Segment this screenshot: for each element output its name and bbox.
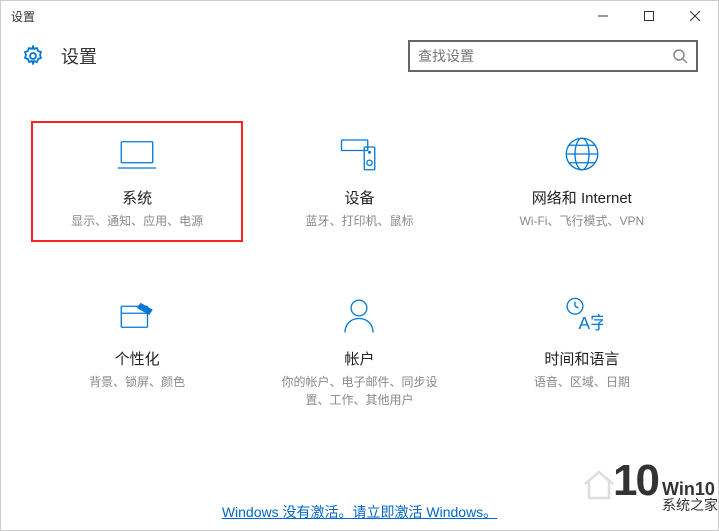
paint-icon	[116, 294, 158, 336]
category-title: 个性化	[115, 348, 160, 369]
category-desc: 背景、锁屏、颜色	[89, 373, 185, 391]
close-button[interactable]	[672, 1, 718, 31]
gear-icon	[21, 44, 45, 68]
category-accounts[interactable]: 帐户 你的帐户、电子邮件、同步设置、工作、其他用户	[253, 282, 465, 421]
watermark-logo: 10 Win10 系统之家	[613, 456, 718, 512]
time-language-icon: A字	[561, 294, 603, 336]
search-box[interactable]	[408, 40, 698, 72]
window-controls	[580, 1, 718, 31]
category-system[interactable]: 系统 显示、通知、应用、电源	[31, 121, 243, 242]
category-desc: 语音、区域、日期	[534, 373, 630, 391]
person-icon	[338, 294, 380, 336]
search-input[interactable]	[418, 48, 672, 64]
category-desc: Wi-Fi、飞行模式、VPN	[519, 212, 644, 230]
house-icon	[581, 466, 617, 502]
watermark: 10 Win10 系统之家	[561, 456, 718, 512]
category-desc: 蓝牙、打印机、鼠标	[305, 212, 413, 230]
category-title: 时间和语言	[544, 348, 619, 369]
titlebar: 设置	[1, 1, 718, 31]
header: 设置	[1, 31, 718, 81]
maximize-button[interactable]	[626, 1, 672, 31]
search-icon	[672, 48, 688, 64]
category-network[interactable]: 网络和 Internet Wi-Fi、飞行模式、VPN	[476, 121, 688, 242]
window-title: 设置	[11, 8, 35, 25]
minimize-button[interactable]	[580, 1, 626, 31]
category-title: 系统	[122, 187, 152, 208]
category-personalization[interactable]: 个性化 背景、锁屏、颜色	[31, 282, 243, 421]
category-grid: 系统 显示、通知、应用、电源 设备 蓝牙、打印机、鼠标 网络和 Internet…	[1, 81, 718, 431]
watermark-top: Win10	[662, 480, 718, 498]
page-title: 设置	[61, 43, 97, 69]
watermark-big: 10	[613, 456, 658, 506]
devices-icon	[338, 133, 380, 175]
category-devices[interactable]: 设备 蓝牙、打印机、鼠标	[253, 121, 465, 242]
svg-text:A字: A字	[578, 313, 603, 333]
globe-icon	[561, 133, 603, 175]
category-title: 设备	[344, 187, 374, 208]
activate-windows-link[interactable]: Windows 没有激活。请立即激活 Windows。	[222, 502, 497, 522]
category-title: 帐户	[344, 348, 374, 369]
display-icon	[116, 133, 158, 175]
category-title: 网络和 Internet	[532, 187, 632, 208]
category-desc: 显示、通知、应用、电源	[71, 212, 203, 230]
category-desc: 你的帐户、电子邮件、同步设置、工作、其他用户	[279, 373, 439, 409]
category-time-language[interactable]: A字 时间和语言 语音、区域、日期	[476, 282, 688, 421]
watermark-bottom: 系统之家	[662, 498, 718, 512]
